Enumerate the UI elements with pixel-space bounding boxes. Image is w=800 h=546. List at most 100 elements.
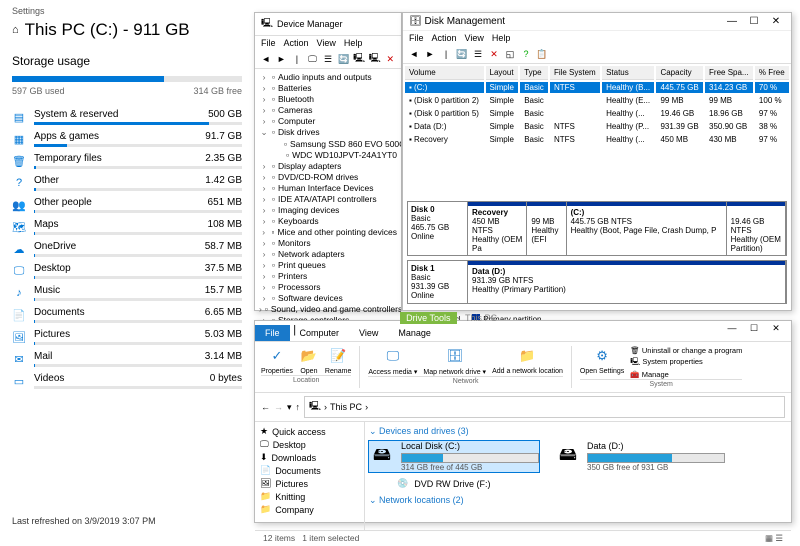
access-media-button[interactable]: 🖵Access media ▾ — [368, 346, 417, 376]
diskmgmt-partition[interactable]: 99 MBHealthy (EFI — [527, 202, 566, 255]
diskmgmt-partition[interactable]: Recovery450 MB NTFSHealthy (OEM Pa — [468, 202, 527, 255]
nav-item-downloads[interactable]: ⬇Downloads — [258, 451, 361, 464]
address-bar[interactable]: 🖳 › This PC › — [304, 396, 785, 418]
diskmgmt-disk[interactable]: Disk 0Basic465.75 GBOnline Recovery450 M… — [407, 201, 787, 256]
devmgr-tree-item[interactable]: › ▫ Imaging devices — [259, 204, 397, 215]
diskmgmt-menu-help[interactable]: Help — [492, 33, 511, 43]
devmgr-menu-action[interactable]: Action — [284, 38, 309, 48]
delete-icon[interactable]: ✕ — [384, 52, 398, 66]
devmgr-titlebar[interactable]: 🖳 Device Manager — [255, 13, 401, 36]
diskmgmt-volume-row[interactable]: ▪ (C:)SimpleBasicNTFSHealthy (B...445.75… — [405, 82, 789, 93]
devmgr-tree-item[interactable]: › ▫ Processors — [259, 281, 397, 292]
expand-icon[interactable]: › — [259, 271, 269, 281]
devmgr-tool-icon[interactable]: 🖵 — [306, 52, 320, 66]
diskmgmt-menu-file[interactable]: File — [409, 33, 424, 43]
storage-category-qmark[interactable]: ? Other1.42 GB — [12, 172, 242, 194]
expand-icon[interactable]: › — [259, 282, 269, 292]
expand-icon[interactable]: › — [259, 72, 269, 82]
devmgr-tree-item[interactable]: › ▫ Audio inputs and outputs — [259, 71, 397, 82]
expand-icon[interactable]: › — [259, 83, 269, 93]
diskmgmt-partition[interactable]: Data (D:)931.39 GB NTFSHealthy (Primary … — [468, 261, 786, 303]
add-location-button[interactable]: 📁Add a network location — [492, 346, 563, 376]
expand-icon[interactable]: › — [259, 238, 269, 248]
devmgr-tree-item[interactable]: › ▫ DVD/CD-ROM drives — [259, 171, 397, 182]
minimize-icon[interactable]: — — [723, 16, 741, 27]
devmgr-tree-item[interactable]: › ▫ Printers — [259, 270, 397, 281]
diskmgmt-col-header[interactable]: Volume — [405, 66, 484, 80]
explorer-tab-computer[interactable]: Computer — [290, 325, 350, 341]
expand-icon[interactable]: › — [259, 94, 269, 104]
devmgr-tree-item[interactable]: › ▫ Bluetooth — [259, 93, 397, 104]
nav-item-desktop[interactable]: 🖵Desktop — [258, 438, 361, 451]
diskmgmt-tool-icon[interactable]: ☰ — [471, 47, 485, 61]
diskmgmt-titlebar[interactable]: 🗄 Disk Management — ☐ ✕ — [403, 13, 791, 31]
nav-item-knitting[interactable]: 📁Knitting — [258, 490, 361, 503]
help-icon[interactable]: ? — [519, 47, 533, 61]
open-settings-button[interactable]: ⚙Open Settings — [580, 346, 624, 379]
expand-icon[interactable]: ⌄ — [259, 127, 269, 138]
devmgr-tool-icon[interactable]: 🖳 — [368, 52, 382, 66]
expand-icon[interactable]: › — [259, 161, 269, 171]
drive-item[interactable]: 🖴 Local Disk (C:) 314 GB free of 445 GB — [369, 441, 539, 472]
diskmgmt-partition[interactable]: 19.46 GB NTFSHealthy (OEM Partition) — [727, 202, 786, 255]
devmgr-tree-item[interactable]: › ▫ Mice and other pointing devices — [259, 226, 397, 237]
system-properties-button[interactable]: 🖳 System properties — [630, 356, 742, 369]
devmgr-tree-item[interactable]: › ▫ Display adapters — [259, 160, 397, 171]
storage-category-cloud[interactable]: ☁ OneDrive58.7 MB — [12, 238, 242, 260]
dvd-drive[interactable]: 💿 DVD RW Drive (F:) — [397, 478, 787, 489]
refresh-icon[interactable]: 🔄 — [455, 47, 469, 61]
back-icon[interactable]: ◄ — [407, 47, 421, 61]
close-icon[interactable]: ✕ — [767, 16, 785, 27]
storage-category-music[interactable]: ♪ Music15.7 MB — [12, 282, 242, 304]
devmgr-tree-item[interactable]: › ▫ Keyboards — [259, 215, 397, 226]
nav-recent-icon[interactable]: ▾ — [287, 402, 292, 413]
storage-category-trash[interactable]: 🗑 Temporary files2.35 GB — [12, 150, 242, 172]
expand-icon[interactable]: › — [259, 260, 269, 270]
storage-category-users[interactable]: 👥 Other people651 MB — [12, 194, 242, 216]
fwd-icon[interactable]: ► — [275, 52, 289, 66]
properties-button[interactable]: ✓Properties — [261, 346, 293, 375]
expand-icon[interactable]: › — [259, 304, 262, 314]
diskmgmt-col-header[interactable]: Type — [520, 66, 548, 80]
expand-icon[interactable]: › — [259, 116, 269, 126]
devmgr-tree-item[interactable]: › ▫ Monitors — [259, 237, 397, 248]
expand-icon[interactable]: › — [259, 216, 269, 226]
devmgr-tree-item[interactable]: › ▫ Software devices — [259, 292, 397, 303]
nav-item-pictures[interactable]: 🖼Pictures — [258, 477, 361, 490]
diskmgmt-volume-row[interactable]: ▪ RecoverySimpleBasicNTFSHealthy (...450… — [405, 134, 789, 145]
diskmgmt-tool-icon[interactable]: 📋 — [535, 47, 549, 61]
devmgr-tree-item[interactable]: › ▫ Computer — [259, 115, 397, 126]
devmgr-menu-help[interactable]: Help — [344, 38, 363, 48]
devmgr-tree-item[interactable]: › ▫ Batteries — [259, 82, 397, 93]
breadcrumb[interactable]: This PC — [330, 402, 362, 412]
drive-tools-tab[interactable]: Drive Tools — [400, 312, 456, 324]
expand-icon[interactable]: › — [259, 172, 269, 182]
nav-item-documents[interactable]: 📄Documents — [258, 464, 361, 477]
devmgr-tree-item[interactable]: › ▫ Human Interface Devices — [259, 182, 397, 193]
manage-button[interactable]: 🧰 Manage — [630, 370, 742, 379]
nav-fwd-icon[interactable]: → — [274, 402, 283, 412]
nav-back-icon[interactable]: ← — [261, 402, 270, 412]
diskmgmt-menu-action[interactable]: Action — [432, 33, 457, 43]
expand-icon[interactable]: › — [259, 205, 269, 215]
storage-category-mail[interactable]: ✉ Mail3.14 MB — [12, 348, 242, 370]
devmgr-tree-item[interactable]: › ▫ IDE ATA/ATAPI controllers — [259, 193, 397, 204]
devmgr-tree-item[interactable]: › ▫ Cameras — [259, 104, 397, 115]
nav-up-icon[interactable]: ↑ — [296, 402, 301, 412]
devmgr-tool-icon[interactable]: 🖳 — [352, 52, 366, 66]
maximize-icon[interactable]: ☐ — [745, 16, 763, 27]
storage-category-video[interactable]: ▭ Videos0 bytes — [12, 370, 242, 392]
expand-icon[interactable]: › — [259, 249, 269, 259]
diskmgmt-menu-view[interactable]: View — [465, 33, 484, 43]
back-icon[interactable]: ◄ — [259, 52, 273, 66]
close-icon[interactable]: ✕ — [767, 323, 785, 334]
minimize-icon[interactable]: — — [723, 323, 741, 334]
explorer-tab-file[interactable]: File — [255, 325, 290, 341]
explorer-tab-view[interactable]: View — [349, 325, 388, 341]
storage-category-desktop[interactable]: 🖵 Desktop37.5 MB — [12, 260, 242, 282]
diskmgmt-disk[interactable]: Disk 1Basic931.39 GBOnline Data (D:)931.… — [407, 260, 787, 304]
devices-section-header[interactable]: ⌄ Devices and drives (3) — [369, 426, 787, 437]
storage-category-pic[interactable]: 🖼 Pictures5.03 MB — [12, 326, 242, 348]
network-section-header[interactable]: ⌄ Network locations (2) — [369, 495, 787, 506]
diskmgmt-partition[interactable]: (C:)445.75 GB NTFSHealthy (Boot, Page Fi… — [567, 202, 727, 255]
